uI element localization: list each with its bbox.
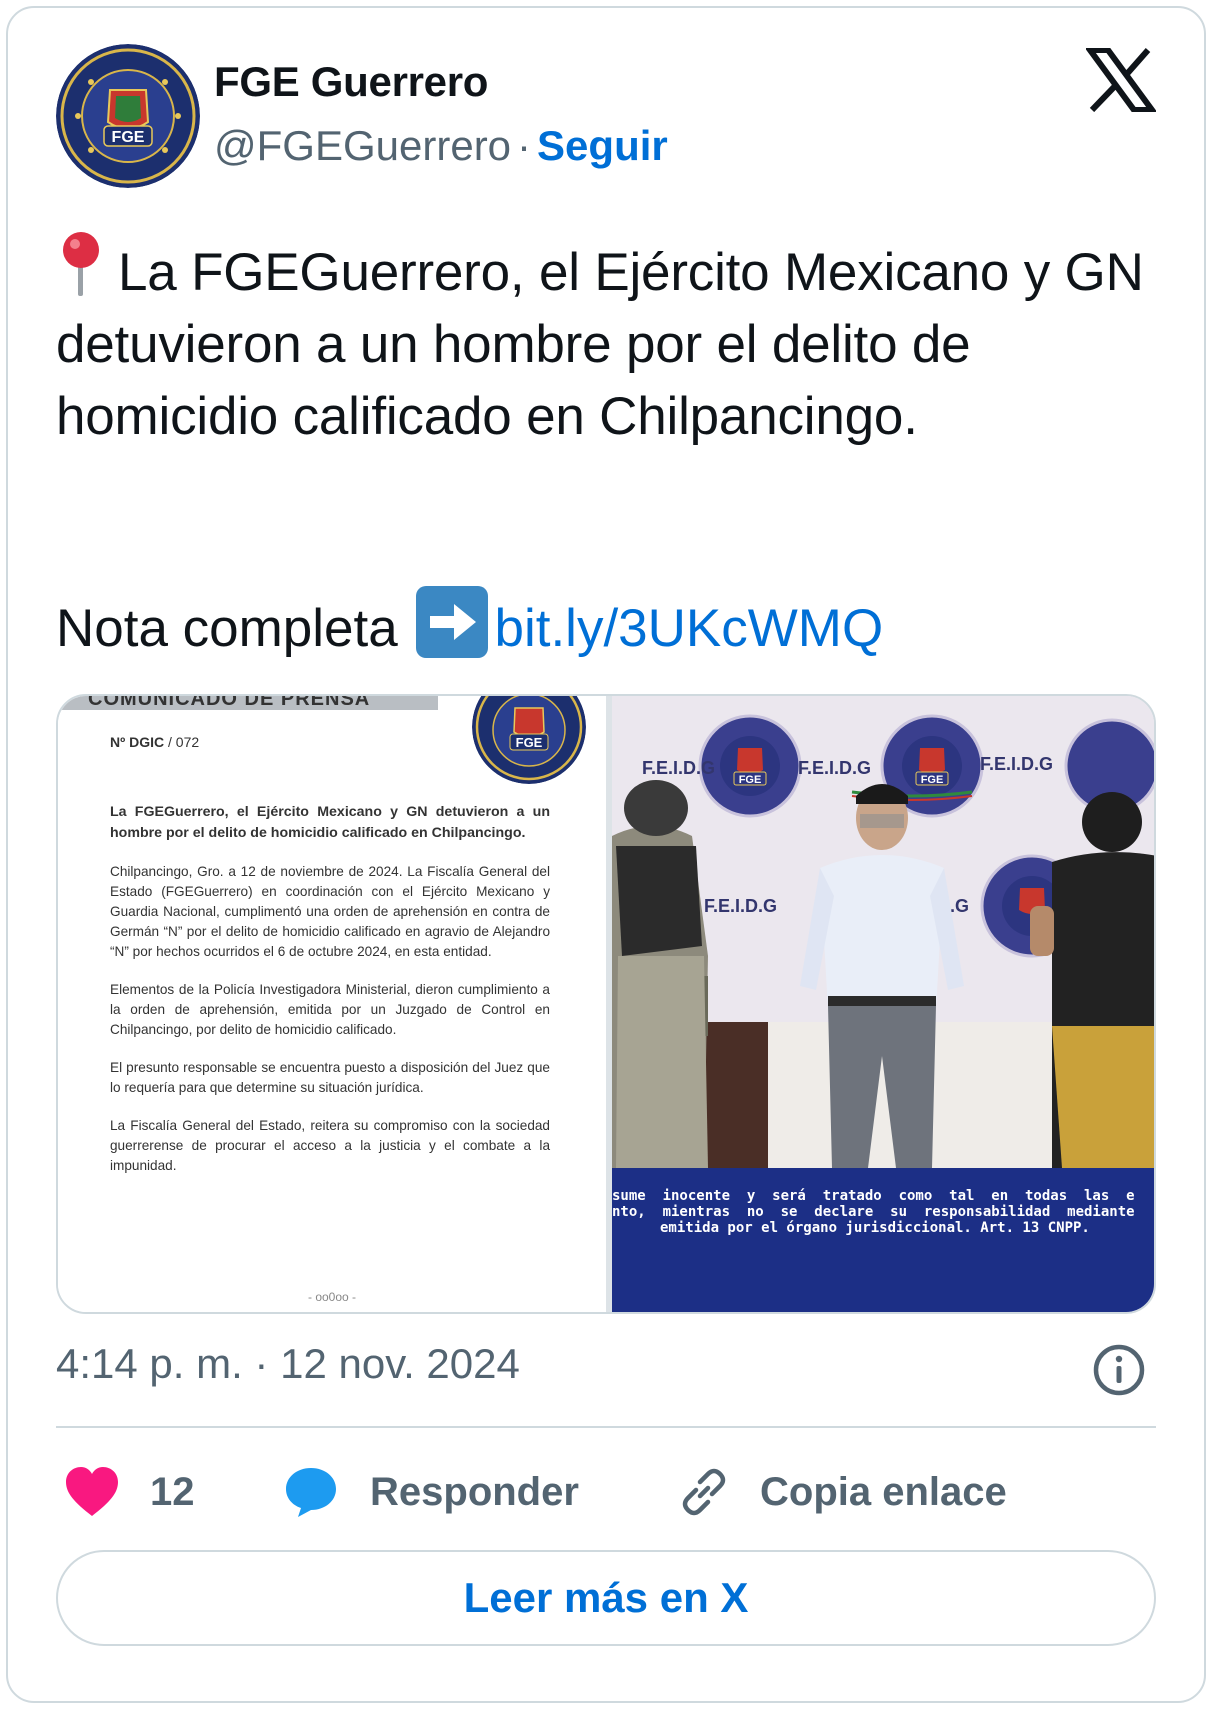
press-release-number: Nº DGIC / 072 bbox=[110, 734, 200, 750]
link-icon bbox=[682, 1468, 726, 1516]
like-button[interactable]: 12 bbox=[64, 1462, 195, 1522]
caption-line: emitida por el órgano jurisdiccional. Ar… bbox=[660, 1220, 1090, 1236]
like-count: 12 bbox=[150, 1469, 195, 1514]
divider bbox=[56, 1426, 1156, 1428]
photo-caption: sume inocente y será tratado como tal en… bbox=[612, 1168, 1154, 1312]
tweet-link[interactable]: bit.ly/3UKcWMQ bbox=[494, 599, 883, 658]
read-more-button[interactable]: Leer más en X bbox=[56, 1550, 1156, 1646]
tweet-link-line: Nota completa bit.ly/3UKcWMQ bbox=[56, 586, 883, 665]
reply-label: Responder bbox=[370, 1469, 579, 1514]
svg-text:FGE: FGE bbox=[112, 129, 145, 146]
caption-line: sume inocente y será tratado como tal en… bbox=[612, 1188, 1135, 1204]
x-logo-icon[interactable] bbox=[1086, 48, 1156, 112]
media-attachment[interactable]: COMUNICADO DE PRENSA FGE Nº DGIC / 072 L… bbox=[56, 694, 1156, 1314]
reply-button[interactable]: Responder bbox=[284, 1462, 579, 1522]
photo-people bbox=[612, 780, 1154, 1168]
tweet-timestamp[interactable]: 4:14 p. m. · 12 nov. 2024 bbox=[56, 1340, 520, 1388]
author-handle-row: @FGEGuerrero · Seguir bbox=[214, 122, 668, 170]
round-pushpin-icon bbox=[56, 228, 106, 300]
copy-link-label: Copia enlace bbox=[760, 1469, 1007, 1514]
press-release-headline: La FGEGuerrero, el Ejército Mexicano y G… bbox=[110, 804, 550, 841]
fge-seal-avatar[interactable]: FGE bbox=[56, 44, 200, 188]
reply-bubble-icon bbox=[286, 1468, 336, 1517]
press-release-paragraph: La Fiscalía General del Estado, reitera … bbox=[110, 1118, 550, 1173]
tweet-text: La FGEGuerrero, el Ejército Mexicano y G… bbox=[56, 228, 1166, 453]
action-bar: 12 Responder Copia enlace bbox=[0, 1462, 1212, 1522]
nota-label: Nota completa bbox=[56, 599, 398, 658]
press-release-paragraph: El presunto responsable se encuentra pue… bbox=[110, 1060, 550, 1095]
press-release-footer: - oo0oo - bbox=[307, 1290, 357, 1304]
press-release-body: La FGEGuerrero, el Ejército Mexicano y G… bbox=[110, 802, 550, 1194]
press-release-image[interactable]: COMUNICADO DE PRENSA FGE Nº DGIC / 072 L… bbox=[58, 696, 606, 1312]
author-handle[interactable]: @FGEGuerrero bbox=[214, 122, 511, 169]
arrest-photo[interactable]: FGE FGE F.E.I.D.G F.E.I.D.G F.E.I.D.G F.… bbox=[612, 696, 1154, 1312]
separator-dot: · bbox=[517, 122, 532, 169]
caption-line: nto, mientras no se declare su responsab… bbox=[612, 1204, 1135, 1220]
author-name[interactable]: FGE Guerrero bbox=[214, 58, 488, 106]
heart-icon bbox=[66, 1467, 118, 1516]
svg-text:FGE: FGE bbox=[516, 735, 543, 750]
fge-seal-logo-icon: FGE bbox=[472, 696, 586, 784]
press-release-paragraph: Chilpancingo, Gro. a 12 de noviembre de … bbox=[110, 864, 550, 959]
press-release-paragraph: Elementos de la Policía Investigadora Mi… bbox=[110, 982, 550, 1037]
press-release-header: COMUNICADO DE PRENSA bbox=[88, 694, 371, 710]
right-arrow-icon bbox=[416, 586, 489, 658]
copy-link-button[interactable]: Copia enlace bbox=[678, 1462, 1007, 1522]
follow-button[interactable]: Seguir bbox=[537, 122, 668, 169]
tweet-body-text: La FGEGuerrero, el Ejército Mexicano y G… bbox=[56, 243, 1144, 446]
info-icon[interactable] bbox=[1092, 1343, 1146, 1397]
